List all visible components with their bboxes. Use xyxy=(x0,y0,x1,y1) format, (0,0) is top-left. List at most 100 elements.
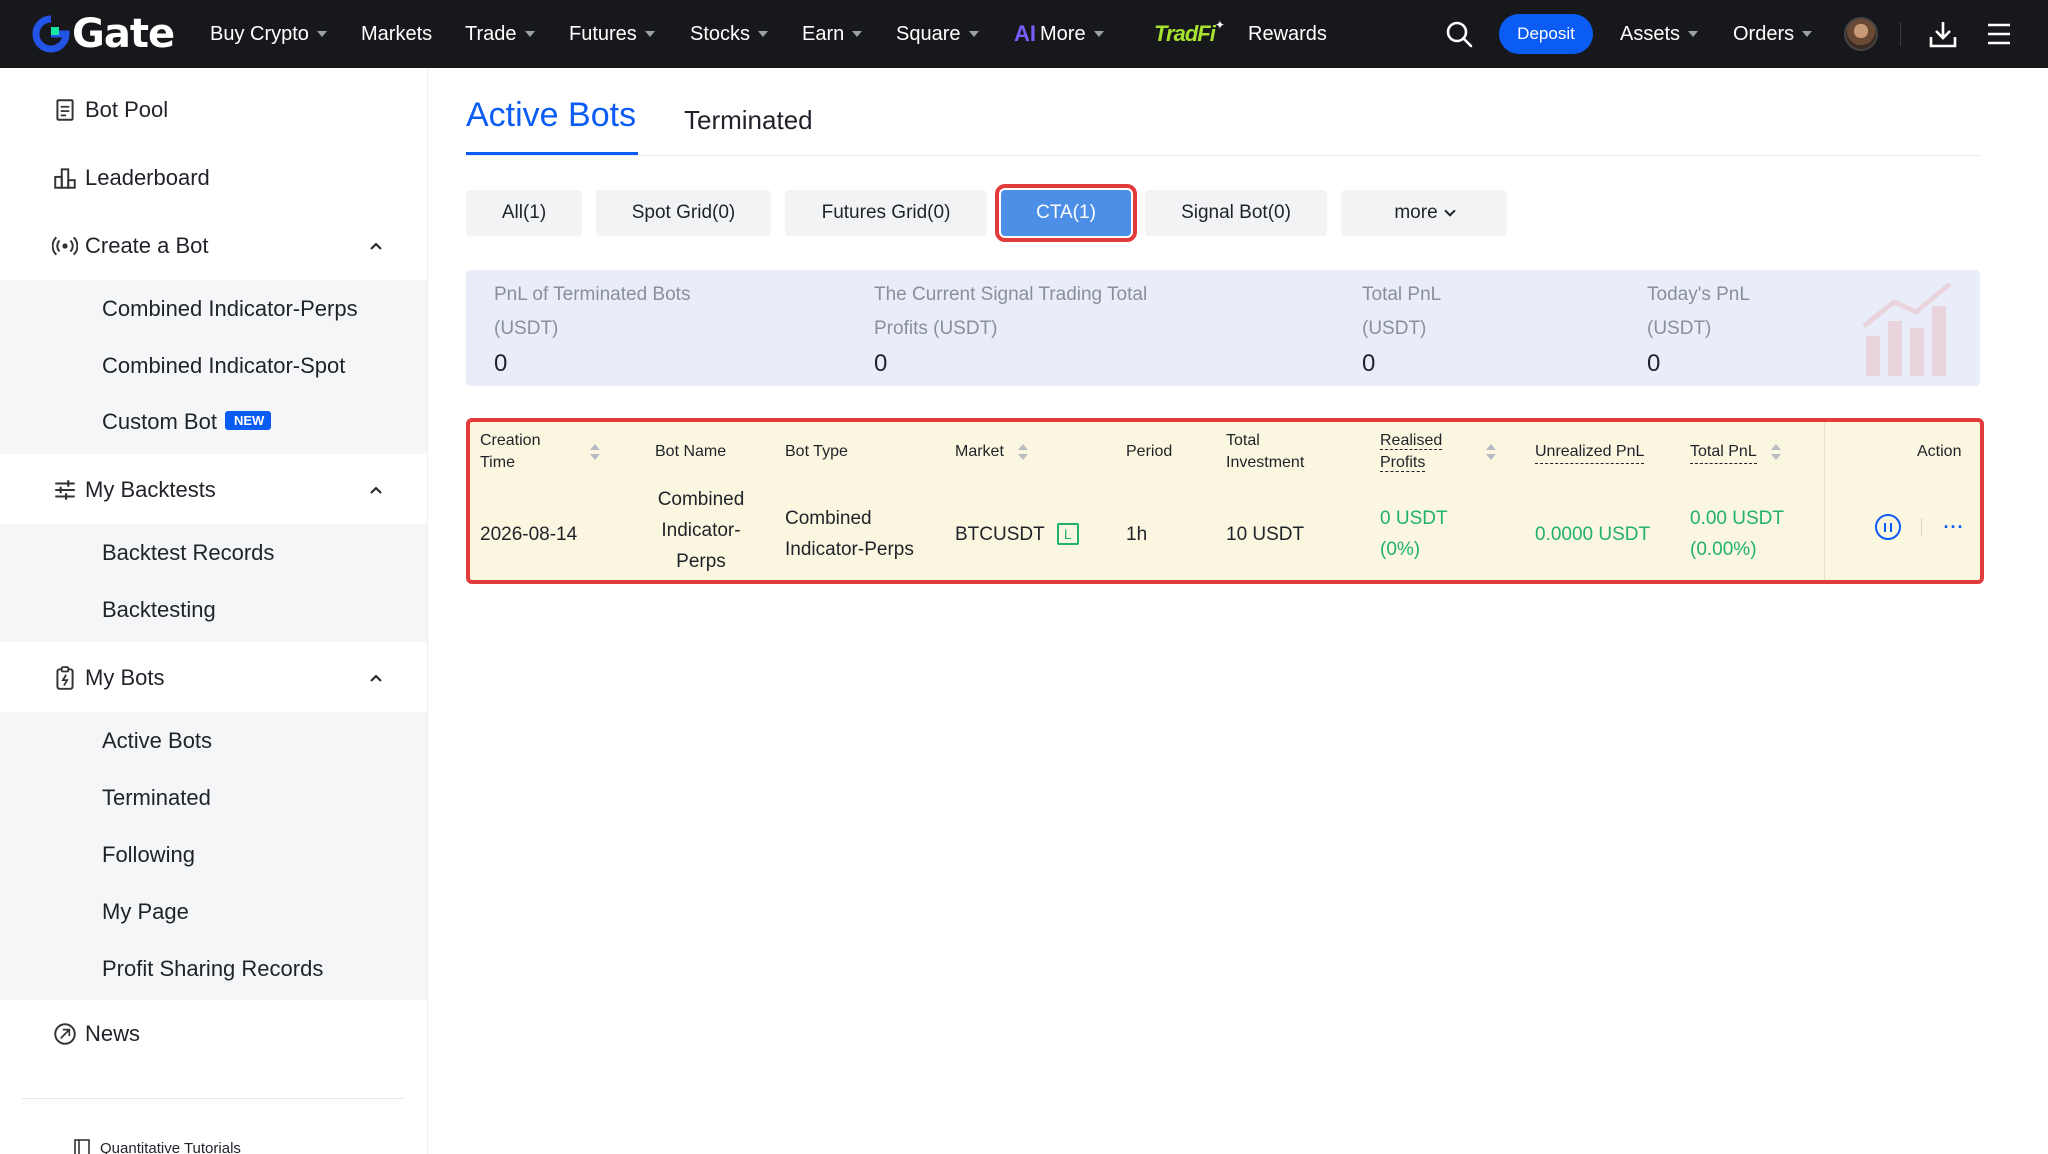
tab-active-bots[interactable]: Active Bots xyxy=(466,96,636,135)
sort-icon[interactable] xyxy=(590,442,601,462)
nav-label: Square xyxy=(896,22,961,45)
active-tab-indicator xyxy=(466,152,638,155)
col-total-investment: Total Investment xyxy=(1226,422,1304,482)
sidebar-item-terminated[interactable]: Terminated xyxy=(102,785,211,811)
sidebar-item-combined-indicator-perps[interactable]: Combined Indicator-Perps xyxy=(102,296,358,322)
chevron-up-icon[interactable] xyxy=(368,482,384,498)
sidebar-label: Custom Bot xyxy=(102,409,217,434)
gate-logo-icon xyxy=(32,15,70,53)
cell-bot-name: Combined Indicator- Perps xyxy=(646,480,756,580)
clipboard-icon xyxy=(56,666,74,690)
sidebar-item-custom-bot[interactable]: Custom Bot NEW xyxy=(102,409,272,435)
col-unrealized-pnl: Unrealized PnL xyxy=(1535,422,1645,482)
nav-assets[interactable]: Assets xyxy=(1620,0,1699,68)
nav-square[interactable]: Square xyxy=(896,0,979,68)
action-divider xyxy=(1921,518,1922,536)
sidebar-item-my-backtests[interactable]: My Backtests xyxy=(0,470,427,510)
summary-label: The Current Signal Trading Total xyxy=(874,284,1148,305)
sidebar-item-following[interactable]: Following xyxy=(102,842,195,868)
gate-logo[interactable]: Gate xyxy=(32,11,175,57)
chevron-up-icon[interactable] xyxy=(368,670,384,686)
cell-market[interactable]: BTCUSDT L xyxy=(955,484,1079,580)
filter-more-dropdown[interactable]: more xyxy=(1341,190,1507,236)
tab-terminated[interactable]: Terminated xyxy=(684,105,813,136)
nav-markets[interactable]: Markets xyxy=(361,0,432,68)
header-text: Unrealized PnL xyxy=(1535,441,1645,464)
sidebar-footer-link[interactable]: Quantitative Tutorials xyxy=(72,1138,241,1154)
sidebar-label: My Bots xyxy=(85,665,165,690)
sort-icon[interactable] xyxy=(1770,442,1781,462)
nav-more[interactable]: AI More xyxy=(1014,0,1104,68)
cell-total-investment: 10 USDT xyxy=(1226,523,1305,545)
header-text: Profits xyxy=(1380,454,1426,472)
sidebar-item-my-bots[interactable]: My Bots xyxy=(0,658,427,698)
nav-orders[interactable]: Orders xyxy=(1733,0,1813,68)
nav-stocks[interactable]: Stocks xyxy=(690,0,769,68)
col-realised-profits[interactable]: Realised Profits xyxy=(1380,422,1497,482)
search-icon[interactable] xyxy=(1445,20,1473,48)
header-text: Market xyxy=(955,443,1004,460)
deposit-button[interactable]: Deposit xyxy=(1499,14,1593,54)
sidebar-item-news[interactable]: News xyxy=(0,1014,427,1054)
chevron-up-icon[interactable] xyxy=(368,238,384,254)
sidebar-label: News xyxy=(85,1021,141,1046)
more-actions-button[interactable]: ··· xyxy=(1941,514,1967,540)
sidebar-item-profit-sharing-records[interactable]: Profit Sharing Records xyxy=(102,956,323,982)
sidebar-item-backtesting[interactable]: Backtesting xyxy=(102,597,216,623)
nav-label: Earn xyxy=(802,22,845,45)
chevron-down-icon xyxy=(1443,204,1456,217)
top-navigation: Gate Buy Crypto Markets Trade Futures St… xyxy=(0,0,2048,68)
filter-futures-grid[interactable]: Futures Grid(0) xyxy=(785,190,987,236)
nav-tradfi[interactable]: TradFi ✦ xyxy=(1154,0,1225,68)
ai-sparkle-icon: AI xyxy=(1014,21,1036,46)
signal-icon xyxy=(52,236,78,256)
new-badge: NEW xyxy=(224,411,272,430)
sort-icon[interactable] xyxy=(1017,442,1028,462)
sidebar-item-backtest-records[interactable]: Backtest Records xyxy=(102,540,274,566)
filter-all[interactable]: All(1) xyxy=(466,190,582,236)
backtests-submenu: Backtest Records Backtesting xyxy=(0,524,427,642)
sidebar-item-leaderboard[interactable]: Leaderboard xyxy=(0,158,427,198)
avatar[interactable] xyxy=(1844,17,1878,51)
col-creation-time[interactable]: Creation Time xyxy=(480,422,601,482)
nav-earn[interactable]: Earn xyxy=(802,0,863,68)
caret-down-icon xyxy=(1802,31,1813,37)
summary-signal-profits: The Current Signal Trading Total Profits… xyxy=(874,278,1147,378)
filter-signal-bot[interactable]: Signal Bot(0) xyxy=(1145,190,1327,236)
nav-label: Futures xyxy=(569,22,637,45)
menu-icon[interactable] xyxy=(1986,22,2012,46)
col-market[interactable]: Market xyxy=(955,422,1028,482)
col-total-pnl[interactable]: Total PnL xyxy=(1690,422,1781,482)
col-bot-type: Bot Type xyxy=(785,443,848,460)
sort-icon[interactable] xyxy=(1486,442,1497,462)
nav-futures[interactable]: Futures xyxy=(569,0,655,68)
nav-rewards[interactable]: Rewards xyxy=(1248,0,1327,68)
nav-label: Orders xyxy=(1733,22,1795,45)
sidebar-item-active-bots[interactable]: Active Bots xyxy=(102,728,212,754)
pause-button[interactable] xyxy=(1875,514,1901,540)
header-text: Investment xyxy=(1226,454,1305,471)
summary-label: Total PnL xyxy=(1362,284,1442,305)
nav-trade[interactable]: Trade xyxy=(465,0,535,68)
cell-bot-type: Combined Indicator-Perps xyxy=(785,484,914,580)
download-icon[interactable] xyxy=(1928,19,1958,49)
cell-text: Combined xyxy=(785,508,872,529)
action-column: Action ··· xyxy=(1824,422,1980,580)
nav-buy-crypto[interactable]: Buy Crypto xyxy=(210,0,327,68)
caret-down-icon xyxy=(758,31,769,37)
sidebar-label: Create a Bot xyxy=(85,233,209,258)
nav-label: Markets xyxy=(361,22,433,45)
summary-value: 0 xyxy=(1362,350,1376,377)
filter-more-label: more xyxy=(1394,202,1438,223)
sidebar-item-my-page[interactable]: My Page xyxy=(102,899,189,925)
pause-icon xyxy=(1884,522,1886,532)
filter-cta[interactable]: CTA(1) xyxy=(995,184,1137,242)
cell-realised-profits: 0 USDT (0%) xyxy=(1380,484,1448,580)
filter-spot-grid[interactable]: Spot Grid(0) xyxy=(596,190,771,236)
nav-label: Assets xyxy=(1620,22,1681,45)
sidebar-item-create-bot[interactable]: Create a Bot xyxy=(0,226,427,266)
sidebar-item-combined-indicator-spot[interactable]: Combined Indicator-Spot xyxy=(102,353,345,379)
sidebar-item-bot-pool[interactable]: Bot Pool xyxy=(0,90,427,130)
news-icon xyxy=(54,1023,76,1045)
chart-watermark-icon xyxy=(1862,282,1952,376)
